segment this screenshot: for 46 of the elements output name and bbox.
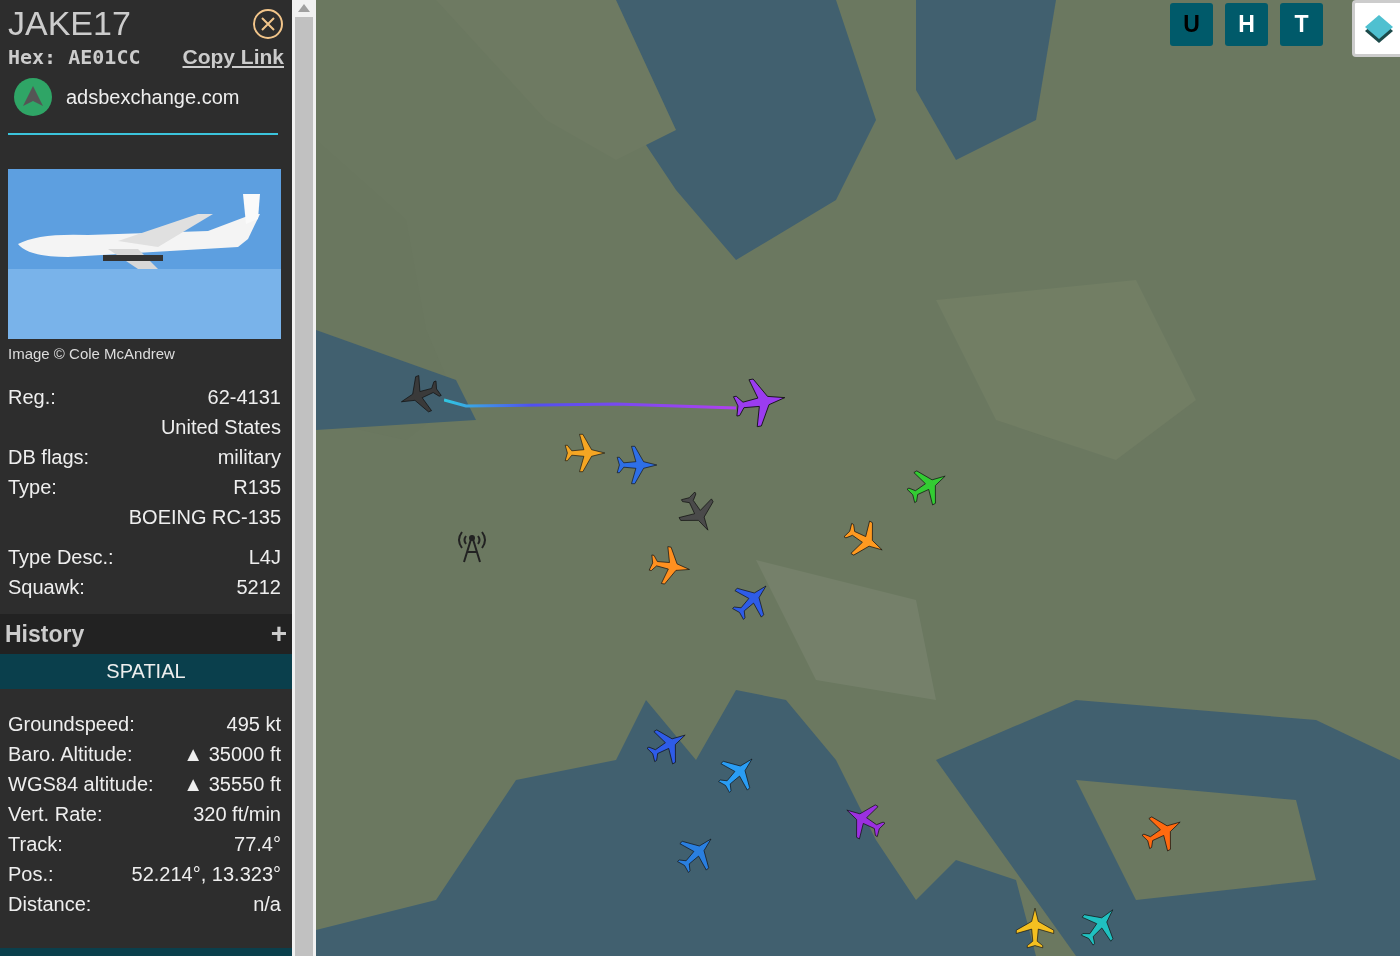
detail-value: R135 (233, 475, 281, 499)
detail-label: Baro. Altitude: (8, 742, 133, 766)
aircraft-icon[interactable] (563, 431, 607, 475)
expand-button[interactable]: + (270, 618, 287, 650)
detail-value: 495 kt (226, 712, 281, 736)
detail-value: United States (160, 415, 281, 439)
detail-label: Type Desc.: (8, 545, 114, 569)
detail-label: Vert. Rate: (8, 802, 103, 826)
detail-label: Reg.: (8, 385, 56, 409)
detail-value: 320 ft/min (193, 802, 281, 826)
detail-value: ▲ 35550 ft (183, 772, 281, 796)
detail-label: Squawk: (8, 575, 85, 599)
map-toggle-button[interactable]: H (1225, 3, 1268, 46)
history-header[interactable]: History + (0, 614, 292, 654)
detail-value: 5212 (236, 575, 281, 599)
section-header: SPATIAL (0, 654, 292, 689)
detail-value: n/a (253, 892, 281, 916)
history-title: History (5, 620, 85, 648)
aircraft-callsign: JAKE17 (8, 4, 131, 43)
logo-icon (14, 78, 52, 116)
detail-label: WGS84 altitude: (8, 772, 154, 796)
source-website: adsbexchange.com (66, 85, 240, 109)
aircraft-icon[interactable] (648, 544, 692, 588)
detail-label: Groundspeed: (8, 712, 135, 736)
detail-value: L4J (248, 545, 281, 569)
copy-link[interactable]: Copy Link (182, 45, 284, 69)
detail-label: Type: (8, 475, 57, 499)
detail-value: 77.4° (234, 832, 281, 856)
detail-value: ▲ 35000 ft (183, 742, 281, 766)
detail-label: Track: (8, 832, 63, 856)
detail-value: 52.214°, 13.323° (131, 862, 281, 886)
map-toggle-button[interactable]: T (1280, 3, 1323, 46)
aircraft-icon[interactable] (1013, 906, 1057, 950)
layers-button[interactable] (1352, 0, 1400, 57)
scrollbar[interactable] (292, 0, 316, 956)
detail-value: military (217, 445, 281, 469)
detail-label: Pos.: (8, 862, 54, 886)
hex-code: Hex: AE01CC (8, 45, 141, 69)
close-icon[interactable] (252, 7, 284, 40)
scroll-up-icon[interactable] (298, 4, 310, 12)
detail-value: 62-4131 (207, 385, 281, 409)
aircraft-icon[interactable] (615, 443, 659, 487)
detail-label: Distance: (8, 892, 92, 916)
detail-value: BOEING RC-135 (128, 505, 281, 529)
detail-label: DB flags: (8, 445, 90, 469)
photo-caption: Image © Cole McAndrew (8, 345, 176, 362)
